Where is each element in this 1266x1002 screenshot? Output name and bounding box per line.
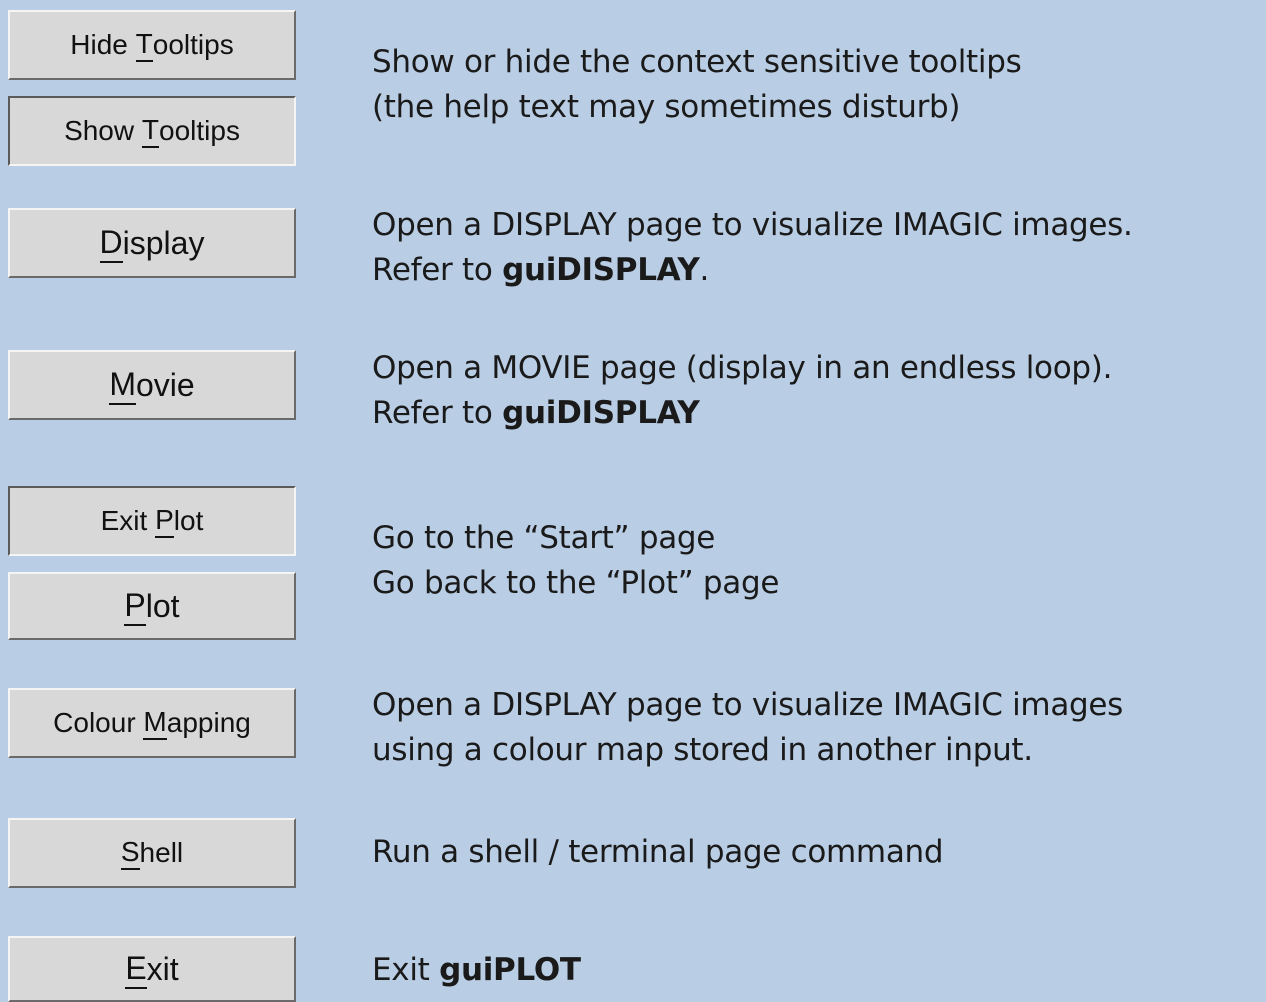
plot-button[interactable]: Plot xyxy=(8,572,296,640)
hide-tooltips-button[interactable]: Hide Tooltips xyxy=(8,10,296,80)
colour-mapping-label-post: apping xyxy=(166,707,251,738)
show-tooltips-mnemonic: T xyxy=(141,114,159,148)
exit-description-text: Exit xyxy=(372,952,440,988)
show-tooltips-label-pre: Show xyxy=(64,115,142,146)
shell-label-post: hell xyxy=(139,837,184,868)
exit-description-line: Exit guiPLOT xyxy=(372,948,581,993)
shell-description-line: Run a shell / terminal page command xyxy=(372,834,944,870)
movie-label-post: ovie xyxy=(135,366,195,403)
shell-button[interactable]: Shell xyxy=(8,818,296,888)
hide-tooltips-mnemonic: T xyxy=(135,28,153,62)
plot-label-post: lot xyxy=(145,587,180,624)
exit-plot-mnemonic: P xyxy=(155,504,174,538)
colour-mapping-description-line1: Open a DISPLAY page to visualize IMAGIC … xyxy=(372,687,1124,723)
display-button[interactable]: Display xyxy=(8,208,296,278)
movie-description-line1: Open a MOVIE page (display in an endless… xyxy=(372,350,1113,386)
exit-description-target: guiPLOT xyxy=(439,952,581,988)
hide-tooltips-label-post: ooltips xyxy=(152,29,234,60)
display-refer-text: Refer to xyxy=(372,252,503,288)
display-refer-period: . xyxy=(699,252,710,288)
display-mnemonic: D xyxy=(99,224,123,263)
exit-button[interactable]: Exit xyxy=(8,936,296,1002)
colour-mapping-description: Open a DISPLAY page to visualize IMAGIC … xyxy=(372,683,1123,773)
movie-description: Open a MOVIE page (display in an endless… xyxy=(372,346,1112,436)
colour-mapping-description-line2: using a colour map stored in another inp… xyxy=(372,732,1033,768)
movie-refer-target: guiDISPLAY xyxy=(502,395,700,431)
display-description-line2: Refer to guiDISPLAY. xyxy=(372,248,1133,293)
movie-button[interactable]: Movie xyxy=(8,350,296,420)
plot-back-description: Go back to the “Plot” page xyxy=(372,565,780,601)
movie-description-line2: Refer to guiDISPLAY xyxy=(372,391,1112,436)
show-tooltips-button[interactable]: Show Tooltips xyxy=(8,96,296,166)
hide-tooltips-label-pre: Hide xyxy=(70,29,136,60)
colour-mapping-mnemonic: M xyxy=(143,706,167,740)
display-description: Open a DISPLAY page to visualize IMAGIC … xyxy=(372,203,1133,293)
tooltips-description-line1: Show or hide the context sensitive toolt… xyxy=(372,44,1022,80)
display-refer-target: guiDISPLAY xyxy=(502,252,700,288)
plot-description: Go to the “Start” page Go back to the “P… xyxy=(372,516,779,606)
shell-mnemonic: S xyxy=(120,836,140,870)
exit-mnemonic: E xyxy=(125,950,147,989)
display-label-post: isplay xyxy=(122,224,205,261)
colour-mapping-button[interactable]: Colour Mapping xyxy=(8,688,296,758)
tooltips-description: Show or hide the context sensitive toolt… xyxy=(372,40,1022,130)
movie-refer-text: Refer to xyxy=(372,395,503,431)
movie-mnemonic: M xyxy=(109,366,136,405)
tooltips-description-line2: (the help text may sometimes disturb) xyxy=(372,89,961,125)
exit-plot-label-post: lot xyxy=(173,505,204,536)
colour-mapping-label-pre: Colour xyxy=(53,707,144,738)
plot-mnemonic: P xyxy=(124,587,146,626)
exit-label-post: xit xyxy=(146,950,179,987)
exit-plot-description: Go to the “Start” page xyxy=(372,520,716,556)
exit-plot-label-pre: Exit xyxy=(100,505,156,536)
display-description-line1: Open a DISPLAY page to visualize IMAGIC … xyxy=(372,207,1133,243)
show-tooltips-label-post: ooltips xyxy=(159,115,240,146)
exit-description: Exit guiPLOT xyxy=(372,948,581,993)
exit-plot-button[interactable]: Exit Plot xyxy=(8,486,296,556)
shell-description: Run a shell / terminal page command xyxy=(372,830,944,875)
